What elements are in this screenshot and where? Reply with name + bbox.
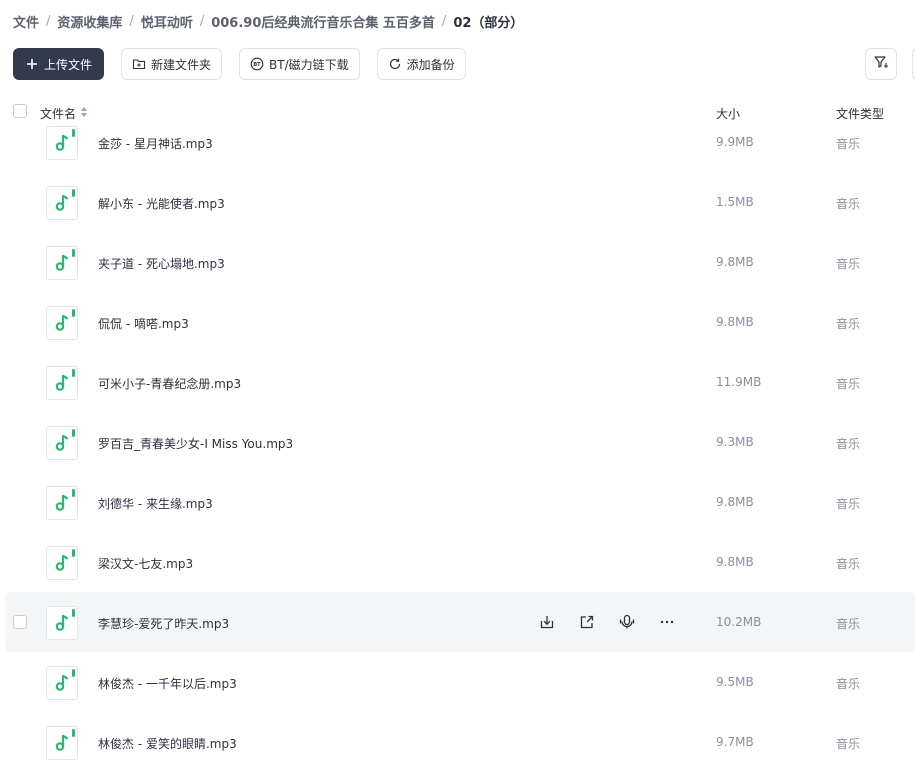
- file-size: 11.9MB: [716, 375, 762, 389]
- file-type: 音乐: [836, 677, 861, 691]
- file-name[interactable]: 侃侃 - 嘀嗒.mp3: [98, 315, 189, 332]
- more-icon[interactable]: [657, 612, 677, 632]
- file-name[interactable]: 解小东 - 光能使者.mp3: [98, 195, 225, 212]
- file-row[interactable]: 李慧珍-爱死了昨天.mp3 10.2MB 音乐: [5, 592, 915, 652]
- filter-button[interactable]: [865, 48, 897, 80]
- file-size: 9.3MB: [716, 435, 754, 449]
- row-actions: [537, 612, 677, 632]
- add-backup-button[interactable]: 添加备份: [376, 48, 466, 80]
- file-corner-accent: [72, 249, 75, 257]
- file-corner-accent: [72, 309, 75, 317]
- sync-icon: [388, 57, 402, 71]
- file-list: 金莎 - 星月神话.mp3 9.9MB 音乐 解小东 - 光能使者.mp3 1.5MB 音…: [0, 112, 915, 772]
- upload-button-label: 上传文件: [44, 57, 93, 72]
- music-file-icon: [46, 306, 78, 340]
- folder-plus-icon: [132, 57, 146, 71]
- file-name[interactable]: 李慧珍-爱死了昨天.mp3: [98, 615, 229, 632]
- bt-download-button-label: BT/磁力链下载: [269, 57, 349, 72]
- breadcrumb-item-collection[interactable]: 资源收集库: [57, 12, 122, 31]
- breadcrumb-item-files[interactable]: 文件: [13, 12, 39, 31]
- file-type: 音乐: [836, 617, 861, 631]
- music-file-icon: [46, 126, 78, 160]
- file-type: 音乐: [836, 497, 861, 511]
- file-corner-accent: [72, 489, 75, 497]
- file-name[interactable]: 金莎 - 星月神话.mp3: [98, 135, 213, 152]
- file-size: 9.7MB: [716, 735, 754, 749]
- svg-text:BT: BT: [253, 62, 261, 68]
- toolbar: 上传文件 新建文件夹 BT BT/磁力链下载 添加备份: [13, 48, 466, 80]
- file-corner-accent: [72, 129, 75, 137]
- file-row[interactable]: 刘德华 - 来生缘.mp3 9.8MB 音乐: [0, 472, 915, 532]
- file-size: 10.2MB: [716, 615, 762, 629]
- music-file-icon: [46, 606, 78, 640]
- music-file-icon: [46, 726, 78, 760]
- file-name[interactable]: 刘德华 - 来生缘.mp3: [98, 495, 213, 512]
- file-corner-accent: [72, 729, 75, 737]
- file-row[interactable]: 夹子道 - 死心塌地.mp3 9.8MB 音乐: [0, 232, 915, 292]
- breadcrumb-separator: /: [46, 14, 51, 29]
- bt-download-button[interactable]: BT BT/磁力链下载: [239, 48, 360, 80]
- file-row[interactable]: 梁汉文-七友.mp3 9.8MB 音乐: [0, 532, 915, 592]
- file-name[interactable]: 梁汉文-七友.mp3: [98, 555, 193, 572]
- file-type: 音乐: [836, 377, 861, 391]
- file-corner-accent: [72, 669, 75, 677]
- file-size: 9.9MB: [716, 135, 754, 149]
- breadcrumb-item-pleasant[interactable]: 悦耳动听: [141, 12, 193, 31]
- file-name[interactable]: 夹子道 - 死心塌地.mp3: [98, 255, 225, 272]
- file-row[interactable]: 侃侃 - 嘀嗒.mp3 9.8MB 音乐: [0, 292, 915, 352]
- file-type: 音乐: [836, 317, 861, 331]
- filter-icon: [873, 54, 889, 74]
- music-file-icon: [46, 546, 78, 580]
- add-backup-button-label: 添加备份: [406, 57, 455, 72]
- breadcrumb-separator: /: [441, 14, 447, 29]
- file-row[interactable]: 罗百吉_青春美少女-I Miss You.mp3 9.3MB 音乐: [0, 412, 915, 472]
- file-corner-accent: [72, 609, 75, 617]
- new-folder-button-label: 新建文件夹: [151, 57, 212, 72]
- file-row[interactable]: 金莎 - 星月神话.mp3 9.9MB 音乐: [0, 112, 915, 172]
- file-name[interactable]: 罗百吉_青春美少女-I Miss You.mp3: [98, 435, 293, 452]
- file-corner-accent: [72, 189, 75, 197]
- breadcrumb-item-album[interactable]: 006.90后经典流行音乐合集 五百多首: [211, 12, 435, 31]
- breadcrumb: 文件 / 资源收集库 / 悦耳动听 / 006.90后经典流行音乐合集 五百多首…: [13, 12, 523, 31]
- file-row[interactable]: 林俊杰 - 爱笑的眼睛.mp3 9.7MB 音乐: [0, 712, 915, 772]
- new-folder-button[interactable]: 新建文件夹: [121, 48, 223, 80]
- download-icon[interactable]: [537, 612, 557, 632]
- bt-badge-icon: BT: [250, 57, 264, 71]
- file-size: 1.5MB: [716, 195, 754, 209]
- file-type: 音乐: [836, 557, 861, 571]
- file-size: 9.5MB: [716, 675, 754, 689]
- file-type: 音乐: [836, 257, 861, 271]
- breadcrumb-separator: /: [199, 14, 205, 29]
- music-file-icon: [46, 186, 78, 220]
- music-file-icon: [46, 366, 78, 400]
- file-type: 音乐: [836, 737, 861, 751]
- file-type: 音乐: [836, 137, 861, 151]
- music-file-icon: [46, 666, 78, 700]
- file-row[interactable]: 可米小子-青春纪念册.mp3 11.9MB 音乐: [0, 352, 915, 412]
- file-size: 9.8MB: [716, 315, 754, 329]
- file-corner-accent: [72, 429, 75, 437]
- music-file-icon: [46, 246, 78, 280]
- file-corner-accent: [72, 369, 75, 377]
- file-size: 9.8MB: [716, 255, 754, 269]
- file-name[interactable]: 可米小子-青春纪念册.mp3: [98, 375, 241, 392]
- music-file-icon: [46, 486, 78, 520]
- breadcrumb-separator: /: [129, 14, 134, 29]
- upload-button[interactable]: 上传文件: [13, 48, 105, 80]
- breadcrumb-item-current: 02（部分）: [453, 16, 524, 31]
- file-name[interactable]: 林俊杰 - 一千年以后.mp3: [98, 675, 237, 692]
- music-file-icon: [46, 426, 78, 460]
- file-row[interactable]: 林俊杰 - 一千年以后.mp3 9.5MB 音乐: [0, 652, 915, 712]
- file-name[interactable]: 林俊杰 - 爱笑的眼睛.mp3: [98, 735, 237, 752]
- row-checkbox[interactable]: [13, 615, 27, 629]
- file-corner-accent: [72, 549, 75, 557]
- file-size: 9.8MB: [716, 495, 754, 509]
- file-type: 音乐: [836, 197, 861, 211]
- audio-icon[interactable]: [617, 612, 637, 632]
- file-type: 音乐: [836, 437, 861, 451]
- share-icon[interactable]: [577, 612, 597, 632]
- plus-icon: [25, 57, 39, 71]
- file-size: 9.8MB: [716, 555, 754, 569]
- file-row[interactable]: 解小东 - 光能使者.mp3 1.5MB 音乐: [0, 172, 915, 232]
